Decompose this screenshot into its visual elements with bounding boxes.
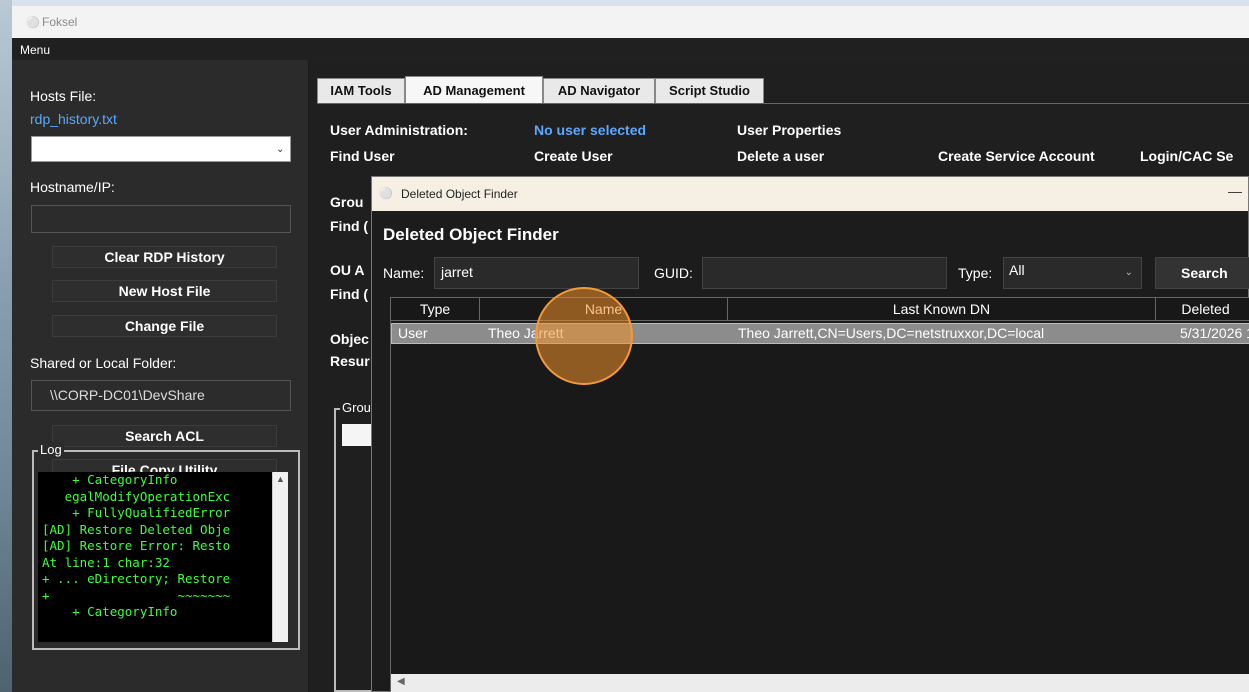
type-select[interactable]: All ⌄ [1003,257,1142,289]
title-bar[interactable]: ⚪ Foksel [12,6,1249,38]
click-indicator [535,287,633,385]
type-label: Type: [958,265,993,281]
guid-label: GUID: [654,265,693,281]
find-group-link[interactable]: Find ( [330,218,368,234]
chevron-down-icon: ⌄ [276,144,285,155]
hostname-input[interactable] [31,205,291,233]
ou-section-label: OU A [330,262,365,278]
tab-ad-navigator[interactable]: AD Navigator [543,78,655,104]
type-select-value: All [1009,262,1025,278]
name-input[interactable]: jarret [434,257,639,289]
resume-label: Resur [330,353,370,369]
tab-script-studio[interactable]: Script Studio [655,78,764,104]
login-cac-link[interactable]: Login/CAC Se [1140,148,1233,164]
shared-folder-input[interactable]: \\CORP-DC01\DevShare [31,380,291,411]
log-line: + CategoryInfo [42,472,178,487]
search-button[interactable]: Search [1155,257,1249,289]
selected-user-status: No user selected [534,122,647,138]
log-console[interactable]: + CategoryInfo egalModifyOperationExc + … [38,472,272,642]
hosts-file-link[interactable]: rdp_history.txt [30,111,117,127]
tab-iam-tools[interactable]: IAM Tools [317,78,405,104]
menu-bar: Menu [12,38,1249,60]
app-icon: ⚪ [379,188,393,200]
clear-rdp-history-button[interactable]: Clear RDP History [52,246,277,268]
hosts-file-label: Hosts File: [30,88,97,104]
log-label: Log [38,442,64,457]
chevron-down-icon: ⌄ [1124,267,1133,278]
chevron-up-icon[interactable]: ▲ [276,474,285,484]
dialog-heading: Deleted Object Finder [383,225,559,244]
new-host-file-button[interactable]: New Host File [52,280,277,302]
table-row[interactable]: User Theo Jarrett Theo Jarrett,CN=Users,… [391,323,1249,344]
column-header-dn[interactable]: Last Known DN [728,298,1156,321]
row-dn: Theo Jarrett,CN=Users,DC=netstruxxor,DC=… [738,325,1045,341]
log-line: + ~~~~~~~ [42,587,231,603]
results-horizontal-scrollbar[interactable]: ◀ [391,674,1249,692]
object-section-label: Objec [330,331,369,347]
minimize-button[interactable]: — [1228,183,1242,199]
create-user-link[interactable]: Create User [534,148,613,164]
dialog-title: Deleted Object Finder [401,187,518,201]
log-line: + FullyQualifiedError [42,505,231,520]
group-list-box[interactable] [342,424,372,446]
guid-input[interactable] [702,257,947,289]
column-header-deleted[interactable]: Deleted [1156,298,1249,321]
shared-folder-label: Shared or Local Folder: [30,355,177,371]
chevron-left-icon[interactable]: ◀ [397,676,405,687]
delete-user-link[interactable]: Delete a user [737,148,824,164]
desktop-background-left [0,0,12,692]
deleted-object-finder-dialog: ⚪ Deleted Object Finder — Deleted Object… [371,176,1249,692]
name-label: Name: [383,265,425,281]
dialog-title-bar[interactable]: ⚪ Deleted Object Finder — [372,177,1248,211]
app-window: ⚪ Foksel Menu Hosts File: rdp_history.tx… [12,6,1249,692]
window-title: Foksel [42,15,78,29]
app-icon: ⚪ [26,17,40,29]
log-line: + ... eDirectory; Restore [42,571,231,586]
results-grid[interactable]: Type Name Last Known DN Deleted User The… [390,297,1249,692]
log-line: [AD] Restore Error: Resto [42,538,231,553]
row-deleted: 5/31/2026 1 [1180,325,1249,341]
log-line: egalModifyOperationExc [42,488,231,504]
log-line: At line:1 char:32 [42,554,170,570]
user-properties-link[interactable]: User Properties [737,122,841,138]
find-user-link[interactable]: Find User [330,148,395,164]
log-line: [AD] Restore Deleted Obje [42,521,231,537]
change-file-button[interactable]: Change File [52,315,277,337]
row-type: User [398,325,428,341]
search-acl-button[interactable]: Search ACL [52,425,277,447]
hosts-combo[interactable]: ⌄ [31,136,291,162]
hostname-label: Hostname/IP: [30,179,115,195]
group-frame [334,408,374,692]
log-line: + CategoryInfo [42,604,178,619]
user-administration-label: User Administration: [330,122,468,138]
create-service-account-link[interactable]: Create Service Account [938,148,1095,164]
group-section-label: Grou [330,194,364,210]
find-ou-link[interactable]: Find ( [330,286,368,302]
group-frame-label: Grou [340,400,373,415]
log-scrollbar[interactable]: ▲ [272,472,288,642]
menu-item[interactable]: Menu [20,43,50,57]
tab-ad-management[interactable]: AD Management [405,76,543,104]
column-header-type[interactable]: Type [391,298,480,321]
